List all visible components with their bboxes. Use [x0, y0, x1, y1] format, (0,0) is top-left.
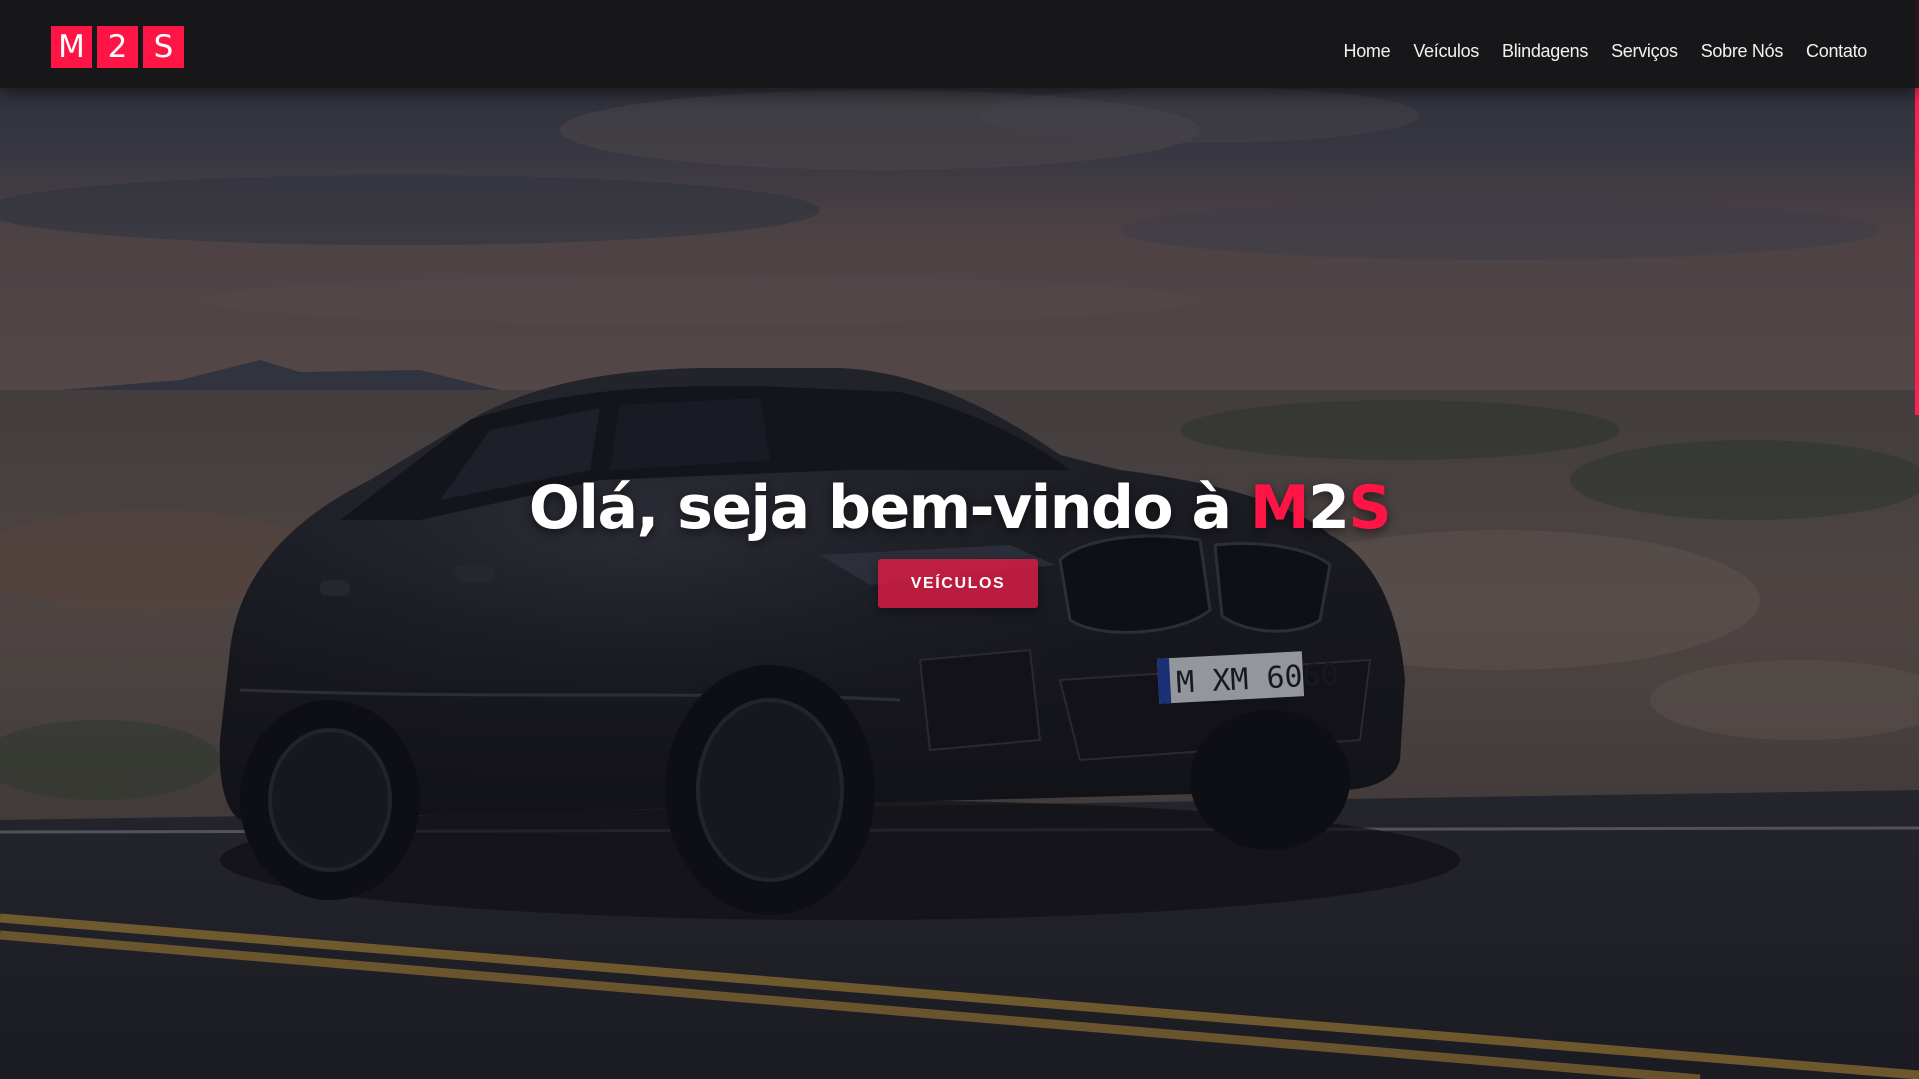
headline-brand-2: 2: [1308, 473, 1350, 543]
headline-brand-m: M: [1249, 473, 1310, 543]
nav-item-home[interactable]: Home: [1344, 41, 1391, 62]
headline-brand-s: S: [1348, 473, 1391, 543]
nav-item-sobre-nos[interactable]: Sobre Nós: [1701, 41, 1784, 62]
nav-item-servicos[interactable]: Serviços: [1611, 41, 1678, 62]
nav-menu: Home Veículos Blindagens Serviços Sobre …: [1344, 41, 1868, 62]
logo[interactable]: M 2 S: [51, 26, 184, 68]
logo-letter-s: S: [143, 26, 184, 68]
navbar: M 2 S Home Veículos Blindagens Serviços …: [0, 0, 1919, 88]
hero-section: M XM 6060 M 2 S Home Veículos Blindagens…: [0, 0, 1919, 1079]
logo-letter-m: M: [51, 26, 92, 68]
nav-item-contato[interactable]: Contato: [1806, 41, 1867, 62]
nav-item-blindagens[interactable]: Blindagens: [1502, 41, 1588, 62]
veiculos-button[interactable]: VEÍCULOS: [878, 559, 1038, 608]
hero-headline: Olá, seja bem-vindo à M2S: [0, 473, 1919, 543]
headline-text: Olá, seja bem-vindo à: [528, 473, 1250, 543]
logo-letter-2: 2: [97, 26, 138, 68]
nav-item-veiculos[interactable]: Veículos: [1413, 41, 1479, 62]
